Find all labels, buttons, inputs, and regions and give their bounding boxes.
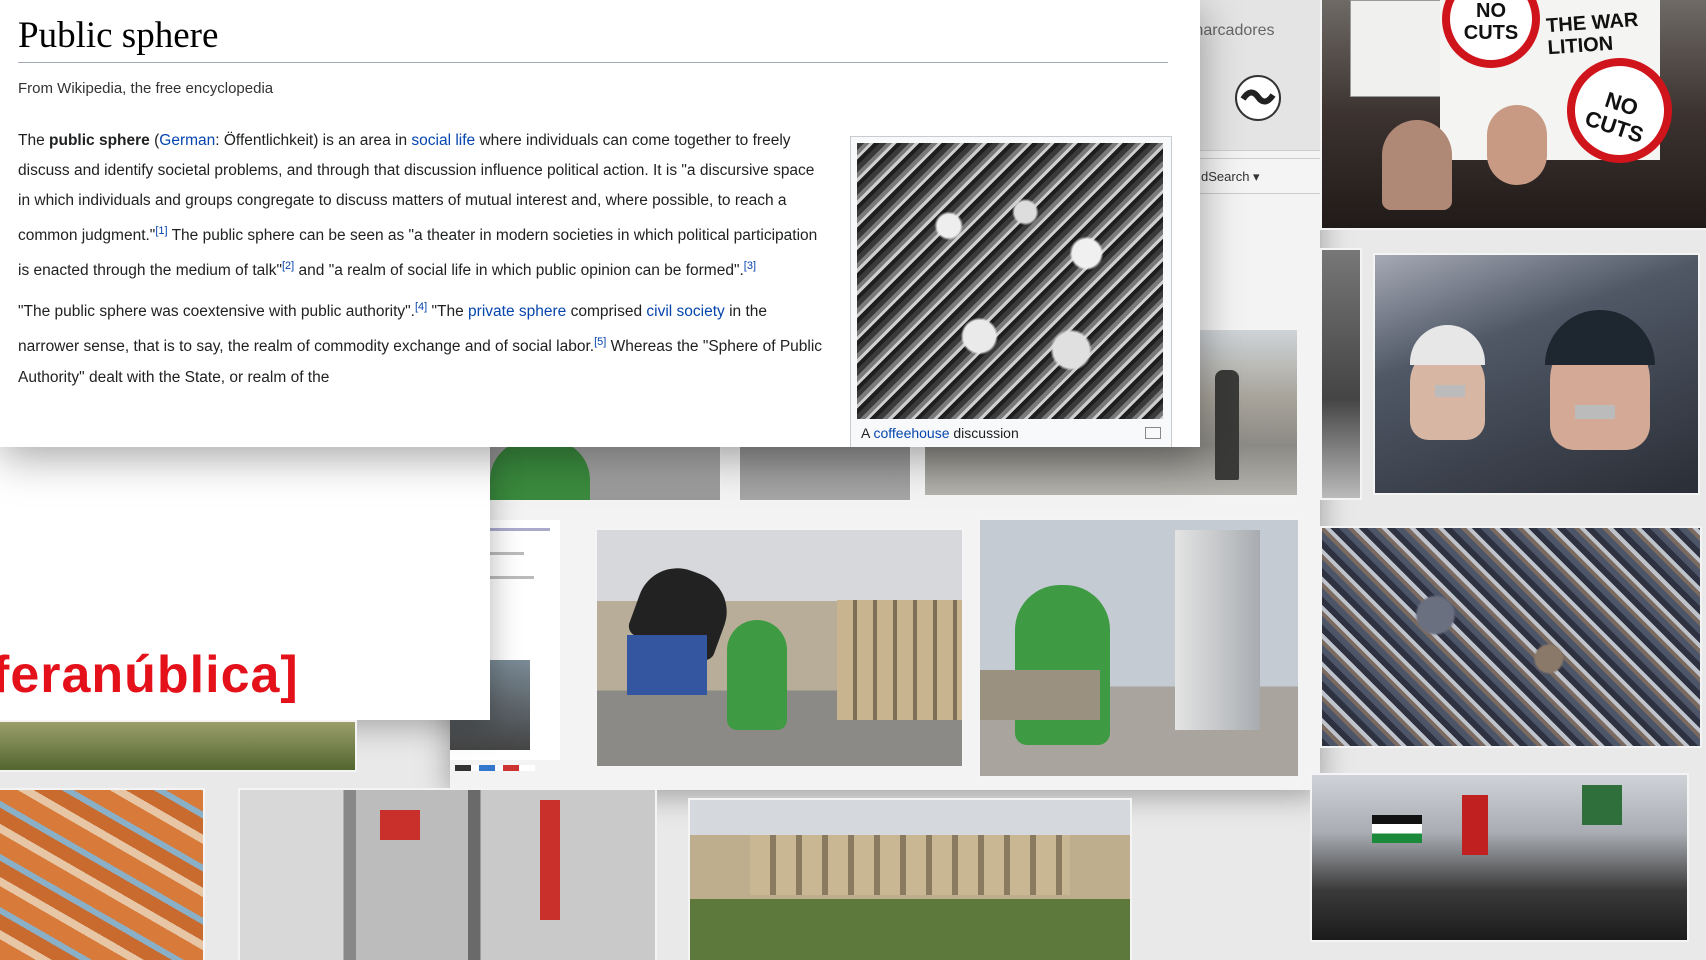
link-social-life[interactable]: social life (411, 132, 475, 149)
photo-protest-grey-strip[interactable] (1322, 250, 1360, 498)
link-german[interactable]: German (159, 132, 215, 149)
page-title: Public sphere (18, 15, 219, 56)
article-thumbnail: A coffeehouse discussion (850, 136, 1172, 447)
war-coalition-banner: THE WAR LITION (1545, 8, 1639, 60)
citation-4[interactable]: [4] (415, 301, 427, 313)
caption-text: A (861, 425, 874, 441)
citation-5[interactable]: [5] (594, 336, 606, 348)
browser-extension-icon[interactable] (1235, 75, 1281, 121)
link-coffeehouse[interactable]: coffeehouse (873, 425, 949, 441)
photo-green-sculpture-pedestrian[interactable] (597, 530, 962, 766)
photo-green-sculpture-tower[interactable] (980, 520, 1298, 776)
page-tagline: From Wikipedia, the free encyclopedia (18, 80, 274, 97)
text-run: : Öffentlichkeit) is an area in (215, 132, 412, 149)
photo-protest-no-cuts[interactable]: NO CUTS NO CUTS THE WAR LITION (1322, 0, 1706, 228)
coffeehouse-photo[interactable] (857, 143, 1163, 419)
citation-3[interactable]: [3] (744, 260, 756, 272)
citation-1[interactable]: [1] (155, 225, 167, 237)
text-run: comprised (566, 303, 647, 321)
citation-2[interactable]: [2] (282, 260, 294, 272)
search-engine-label: dSearch ▾ (1201, 169, 1260, 184)
esfera-publica-logo: feranública] (0, 646, 299, 704)
photo-historic-building[interactable] (690, 800, 1130, 960)
text-run: and "a realm of social life in which pub… (294, 262, 744, 280)
link-private-sphere[interactable]: private sphere (468, 303, 566, 320)
article-body: The public sphere (German: Öffentlichkei… (18, 126, 828, 399)
photo-landscape-strip[interactable] (0, 722, 355, 770)
bookmarks-label[interactable]: marcadores (1190, 22, 1274, 40)
photo-aerial-building[interactable] (0, 790, 203, 960)
wikipedia-article-window: Public sphere From Wikipedia, the free e… (0, 0, 1200, 447)
photo-protest-crowd[interactable] (1322, 528, 1700, 746)
article-paragraph: "The public sphere was coextensive with … (18, 292, 828, 392)
article-paragraph: The public sphere (German: Öffentlichkei… (18, 126, 828, 286)
photo-protest-gagged[interactable] (1375, 255, 1698, 493)
bold-term: public sphere (49, 132, 150, 149)
thumbnail-caption: A coffeehouse discussion (861, 425, 1019, 441)
caption-text: discussion (949, 425, 1019, 441)
text-run: "The (427, 303, 469, 321)
link-civil-society[interactable]: civil society (646, 303, 724, 320)
text-run: The (18, 132, 50, 149)
esfera-publica-panel: feranública] (0, 440, 490, 720)
search-engine-selector[interactable]: dSearch ▾ (1190, 158, 1320, 194)
photo-protest-flags[interactable] (1312, 775, 1687, 940)
enlarge-icon[interactable] (1145, 427, 1161, 439)
text-run: "The public sphere was coextensive with … (18, 303, 415, 321)
text-run: ( (149, 132, 160, 149)
photo-modern-building[interactable] (240, 790, 655, 960)
title-divider (18, 62, 1168, 63)
